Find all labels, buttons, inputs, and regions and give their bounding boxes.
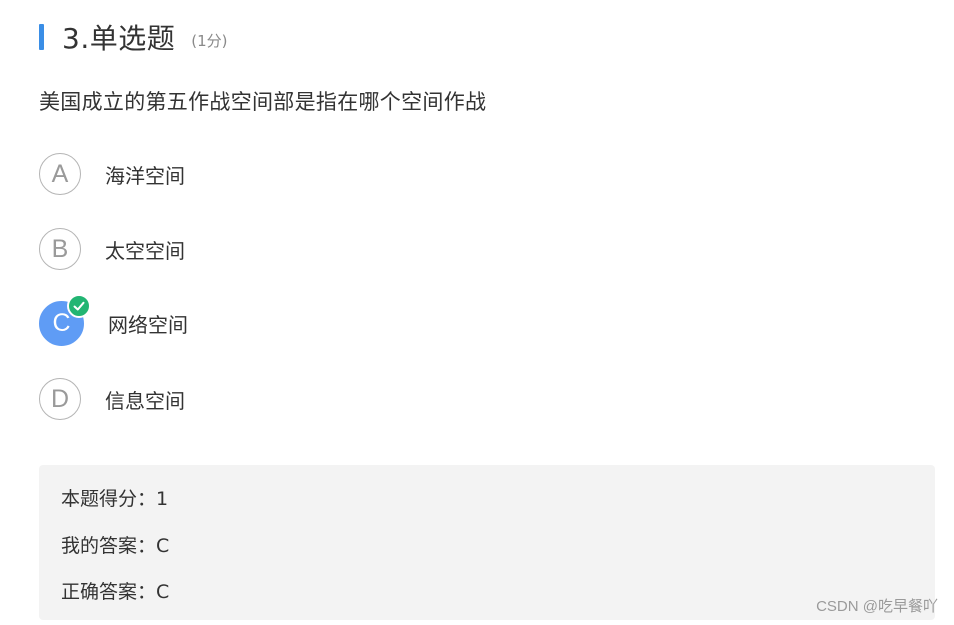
option-c-letter-text: C [52, 308, 71, 337]
check-circle-icon [67, 293, 91, 318]
option-c-label[interactable]: 网络空间 [108, 309, 188, 338]
option-c[interactable]: C 网络空间 [39, 293, 188, 346]
score-result: 本题得分：1 [61, 488, 169, 510]
option-d-label[interactable]: 信息空间 [105, 385, 185, 414]
my-answer: 我的答案：C [61, 535, 170, 557]
option-a-label[interactable]: 海洋空间 [105, 160, 185, 189]
question-header: 3.单选题 (1分) [39, 18, 227, 56]
option-a-letter[interactable]: A [39, 153, 81, 195]
option-b-letter[interactable]: B [39, 228, 81, 270]
option-d-letter[interactable]: D [39, 378, 81, 420]
correct-answer: 正确答案：C [61, 581, 170, 603]
question-title: 3.单选题 [62, 22, 176, 55]
option-d[interactable]: D 信息空间 [39, 376, 185, 422]
result-panel: 本题得分：1 我的答案：C 正确答案：C [39, 465, 935, 620]
question-page: 3.单选题 (1分) 美国成立的第五作战空间部是指在哪个空间作战 A 海洋空间 … [0, 0, 954, 625]
watermark: CSDN @吃早餐吖 [816, 598, 938, 615]
option-c-letter[interactable]: C [39, 293, 91, 346]
option-b-label[interactable]: 太空空间 [105, 235, 185, 264]
question-text: 美国成立的第五作战空间部是指在哪个空间作战 [39, 90, 487, 114]
option-a[interactable]: A 海洋空间 [39, 151, 185, 197]
title-accent-bar [39, 24, 44, 50]
question-score: (1分) [191, 31, 228, 50]
option-b[interactable]: B 太空空间 [39, 226, 185, 272]
check-mark-icon [73, 301, 85, 310]
